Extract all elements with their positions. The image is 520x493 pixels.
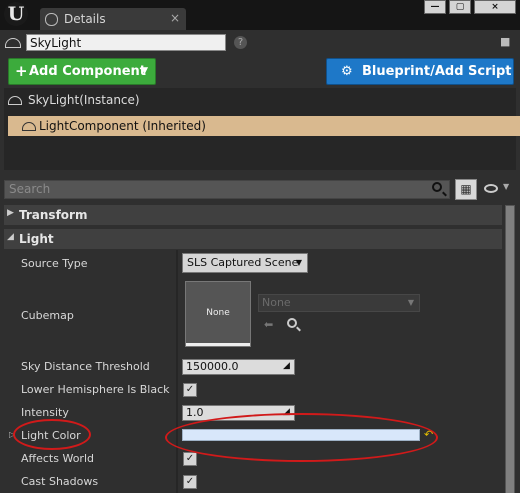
cubemap-thumbnail[interactable]: None [185, 281, 251, 347]
minimize-button[interactable]: — [424, 0, 446, 14]
annotation-ellipse-swatch [165, 413, 438, 462]
view-options-caret-icon[interactable]: ▼ [503, 182, 509, 191]
scrollbar-thumb[interactable] [506, 206, 514, 493]
use-selected-arrow-icon[interactable]: ⬅ [264, 318, 273, 331]
intensity-value: 1.0 [186, 406, 204, 419]
source-type-dropdown[interactable]: SLS Captured Scene ▼ [182, 253, 308, 273]
maximize-button[interactable]: ▢ [449, 0, 471, 14]
sky-distance-threshold-value: 150000.0 [186, 360, 239, 373]
search-row: Search ▦ ▼ [0, 178, 520, 202]
cubemap-label: Cubemap [21, 309, 74, 322]
source-type-label: Source Type [21, 257, 88, 270]
blueprint-gear-icon: ⚙ [341, 64, 353, 79]
cubemap-thumbnail-label: None [206, 308, 230, 318]
chevron-down-icon: ▼ [407, 298, 414, 307]
tab-details-label: Details [64, 12, 106, 26]
search-icon[interactable] [432, 182, 442, 192]
component-tree: SkyLight(Instance) LightComponent (Inher… [4, 88, 520, 170]
blueprint-add-script-button[interactable]: ⚙ Blueprint/Add Script [326, 58, 514, 85]
affects-world-label: Affects World [21, 452, 94, 465]
cast-shadows-label: Cast Shadows [21, 475, 99, 488]
add-component-label: Add Component [29, 64, 146, 79]
tree-item-light-component[interactable]: LightComponent (Inherited) [8, 116, 520, 136]
help-icon[interactable]: ? [234, 36, 247, 49]
details-tab-icon [45, 13, 58, 26]
chevron-down-icon: ▼ [295, 258, 302, 267]
category-light[interactable]: ◢ Light [4, 229, 502, 249]
lock-icon[interactable]: ■ [500, 35, 512, 48]
category-light-label: Light [19, 232, 54, 246]
property-matrix-button[interactable]: ▦ [455, 179, 477, 200]
collapse-arrow-icon: ▶ [7, 208, 14, 218]
cubemap-asset-value: None [262, 296, 291, 309]
category-transform[interactable]: ▶ Transform [4, 205, 502, 225]
plus-icon: + [15, 62, 28, 80]
source-type-value: SLS Captured Scene [187, 256, 299, 269]
tree-item-instance-label: SkyLight(Instance) [28, 93, 140, 107]
tree-item-light-component-label: LightComponent (Inherited) [39, 119, 206, 133]
thumbnail-underline [186, 343, 250, 346]
browse-search-icon[interactable] [287, 318, 297, 328]
sky-distance-threshold-label: Sky Distance Threshold [21, 360, 150, 373]
actor-name-input[interactable]: SkyLight [26, 34, 226, 51]
light-component-icon [22, 122, 36, 131]
skylight-icon [8, 96, 22, 105]
sky-distance-threshold-field[interactable]: 150000.0 ◢ [182, 359, 295, 375]
column-divider[interactable] [176, 250, 178, 493]
drag-handle-icon[interactable]: ◢ [283, 362, 292, 371]
cast-shadows-checkbox[interactable]: ✓ [183, 475, 197, 489]
annotation-ellipse-label [13, 419, 91, 450]
actor-name-row: SkyLight ? ■ [0, 30, 520, 56]
category-transform-label: Transform [19, 208, 88, 222]
blueprint-add-script-label: Blueprint/Add Script [362, 64, 512, 79]
intensity-label: Intensity [21, 406, 69, 419]
cubemap-asset-picker[interactable]: None ▼ [258, 294, 420, 312]
lower-hemisphere-label: Lower Hemisphere Is Black [21, 383, 170, 396]
close-window-button[interactable]: × [474, 0, 516, 14]
chevron-down-icon: ▼ [141, 66, 148, 76]
tab-details[interactable]: Details × [40, 8, 186, 30]
tab-close-icon[interactable]: × [170, 11, 180, 25]
add-component-button[interactable]: + Add Component ▼ [8, 58, 156, 85]
skylight-actor-icon [5, 38, 21, 48]
expand-arrow-icon: ◢ [7, 232, 14, 242]
lower-hemisphere-checkbox[interactable]: ✓ [183, 383, 197, 397]
window-controls: — ▢ × [421, 0, 516, 14]
view-options-eye-icon[interactable] [484, 184, 498, 193]
affects-world-checkbox[interactable]: ✓ [183, 452, 197, 466]
title-bar: U Details × — ▢ × [0, 0, 520, 30]
unreal-logo-icon: U [4, 2, 28, 26]
search-input[interactable]: Search [4, 180, 450, 199]
